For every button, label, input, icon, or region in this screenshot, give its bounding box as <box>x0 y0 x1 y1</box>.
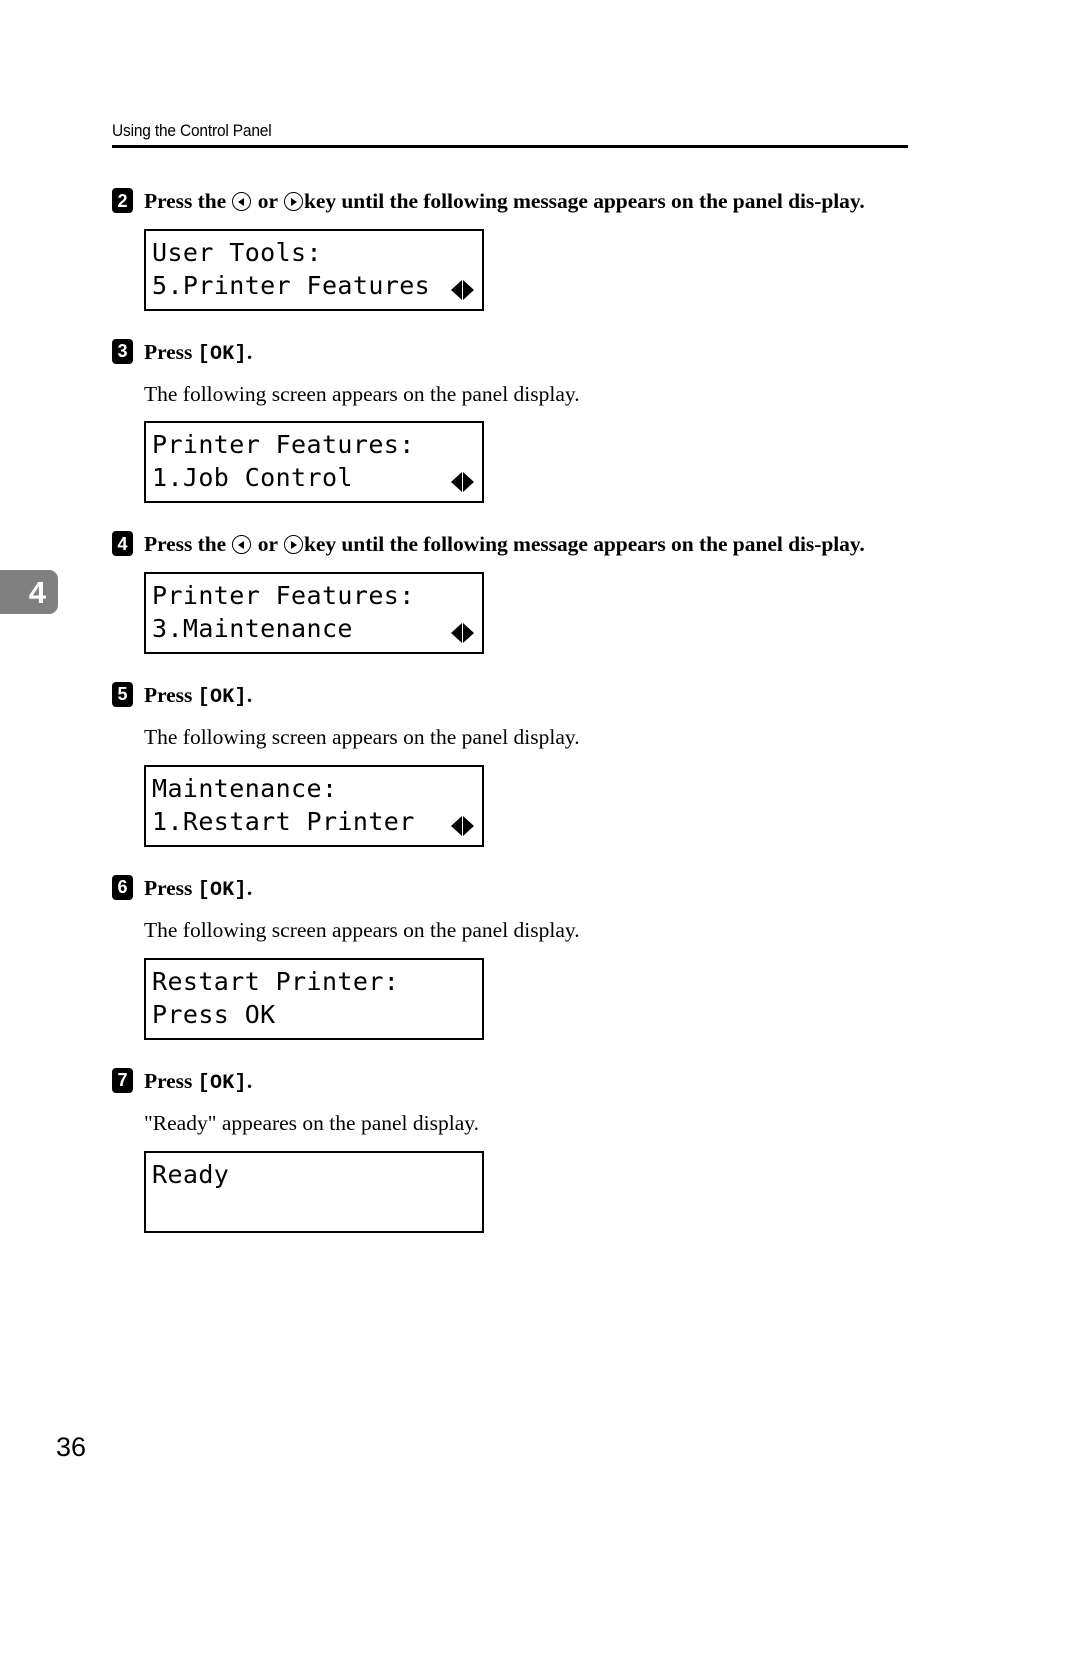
scroll-right-arrow-icon <box>463 472 474 493</box>
lcd-panel-1: User Tools: 5.Printer Features <box>144 228 484 311</box>
scroll-right-arrow-icon <box>463 622 474 643</box>
step-4-text-before: Press the <box>144 532 232 557</box>
lcd-panel-4: Maintenance: 1.Restart Printer <box>144 764 484 847</box>
arrow-left-key-icon <box>232 192 252 211</box>
step-3-text-before: Press <box>144 339 198 364</box>
step-7: 7 Press [OK]. "Ready" appeares on the pan… <box>112 1066 912 1233</box>
step-7-text-before: Press <box>144 1068 198 1093</box>
lcd-panel-1-scroll-arrows <box>451 279 474 300</box>
step-4-badge: 4 <box>112 531 133 557</box>
running-header: Using the Control Panel <box>112 122 908 148</box>
chapter-tab: 4 <box>0 570 58 614</box>
step-6-heading: 6 Press [OK]. <box>112 873 912 905</box>
step-6-note: The following screen appears on the pane… <box>144 918 580 943</box>
lcd-panel-1-line-2: 5.Printer Features <box>152 270 431 300</box>
manual-page: Using the Control Panel 4 2 Press the or … <box>0 0 1080 1669</box>
step-6: 6 Press [OK]. The following screen appear… <box>112 873 912 1040</box>
lcd-panel-1-line-1: User Tools: <box>152 237 322 267</box>
chapter-tab-number: 4 <box>28 574 46 610</box>
step-5-badge: 5 <box>112 681 133 707</box>
lcd-panel-2: Printer Features: 1.Job Control <box>144 421 484 504</box>
step-2-badge: 2 <box>112 188 133 213</box>
scroll-right-arrow-icon <box>463 279 474 300</box>
step-3-text-after: . <box>246 339 253 364</box>
step-3: 3 Press [OK]. The following screen appear… <box>112 337 912 504</box>
step-5-heading: 5 Press [OK]. <box>112 680 912 712</box>
scroll-left-arrow-icon <box>451 472 462 493</box>
lcd-panel-4-line-2: 1.Restart Printer <box>152 806 415 836</box>
step-4-text-middle: or <box>252 532 283 557</box>
step-7-heading: 7 Press [OK]. <box>112 1066 912 1098</box>
step-6-text-after: . <box>246 875 253 900</box>
step-5-text-after: . <box>246 682 253 707</box>
ok-key-label: [OK] <box>197 342 247 366</box>
lcd-panel-5-line-2: Press OK <box>152 999 276 1029</box>
step-5-note: The following screen appears on the pane… <box>144 725 580 750</box>
arrow-left-key-icon <box>232 535 252 555</box>
page-content: 2 Press the or key until the following me… <box>112 186 912 1233</box>
lcd-panel-5-line-1: Restart Printer: <box>152 966 400 996</box>
arrow-right-key-icon <box>283 535 303 555</box>
step-5: 5 Press [OK]. The following screen appear… <box>112 680 912 847</box>
step-4-heading: 4 Press the or key until the following me… <box>112 529 912 560</box>
step-3-badge: 3 <box>112 338 133 364</box>
page-number: 36 <box>56 1432 87 1462</box>
lcd-panel-2-line-1: Printer Features: <box>152 430 415 460</box>
arrow-right-key-icon <box>283 192 303 211</box>
ok-key-label: [OK] <box>197 685 247 709</box>
lcd-panel-2-line-2: 1.Job Control <box>152 463 353 493</box>
step-2: 2 Press the or key until the following me… <box>112 186 912 311</box>
step-4: 4 Press the or key until the following me… <box>112 529 912 654</box>
step-7-badge: 7 <box>112 1067 133 1093</box>
step-4-text-after: key until the following message appears … <box>303 532 865 557</box>
lcd-panel-3: Printer Features: 3.Maintenance <box>144 571 484 654</box>
step-6-badge: 6 <box>112 874 133 900</box>
step-2-text-middle: or <box>252 189 283 213</box>
scroll-left-arrow-icon <box>451 622 462 643</box>
step-3-note: The following screen appears on the pane… <box>144 381 580 406</box>
lcd-panel-6: Ready <box>144 1150 484 1233</box>
step-2-heading: 2 Press the or key until the following me… <box>112 186 912 217</box>
step-7-note: "Ready" appeares on the panel display. <box>144 1111 479 1136</box>
lcd-panel-3-line-1: Printer Features: <box>152 580 415 610</box>
step-2-text-after: key until the following message appears … <box>303 189 865 213</box>
step-3-heading: 3 Press [OK]. <box>112 337 912 369</box>
scroll-left-arrow-icon <box>451 815 462 836</box>
lcd-panel-4-scroll-arrows <box>451 815 474 836</box>
scroll-right-arrow-icon <box>463 815 474 836</box>
lcd-panel-6-line-2 <box>152 1191 476 1224</box>
header-title: Using the Control Panel <box>112 122 272 140</box>
lcd-panel-4-line-1: Maintenance: <box>152 773 338 803</box>
step-5-text-before: Press <box>144 682 198 707</box>
step-2-text-before: Press the <box>144 189 232 213</box>
step-7-text-after: . <box>246 1068 253 1093</box>
ok-key-label: [OK] <box>197 878 247 902</box>
step-6-text-before: Press <box>144 875 198 900</box>
header-rule <box>112 145 908 148</box>
scroll-left-arrow-icon <box>451 279 462 300</box>
ok-key-label: [OK] <box>197 1071 247 1095</box>
lcd-panel-5: Restart Printer: Press OK <box>144 957 484 1040</box>
lcd-panel-3-line-2: 3.Maintenance <box>152 613 353 643</box>
lcd-panel-2-scroll-arrows <box>451 472 474 493</box>
lcd-panel-6-line-1: Ready <box>152 1159 230 1189</box>
lcd-panel-3-scroll-arrows <box>451 622 474 643</box>
